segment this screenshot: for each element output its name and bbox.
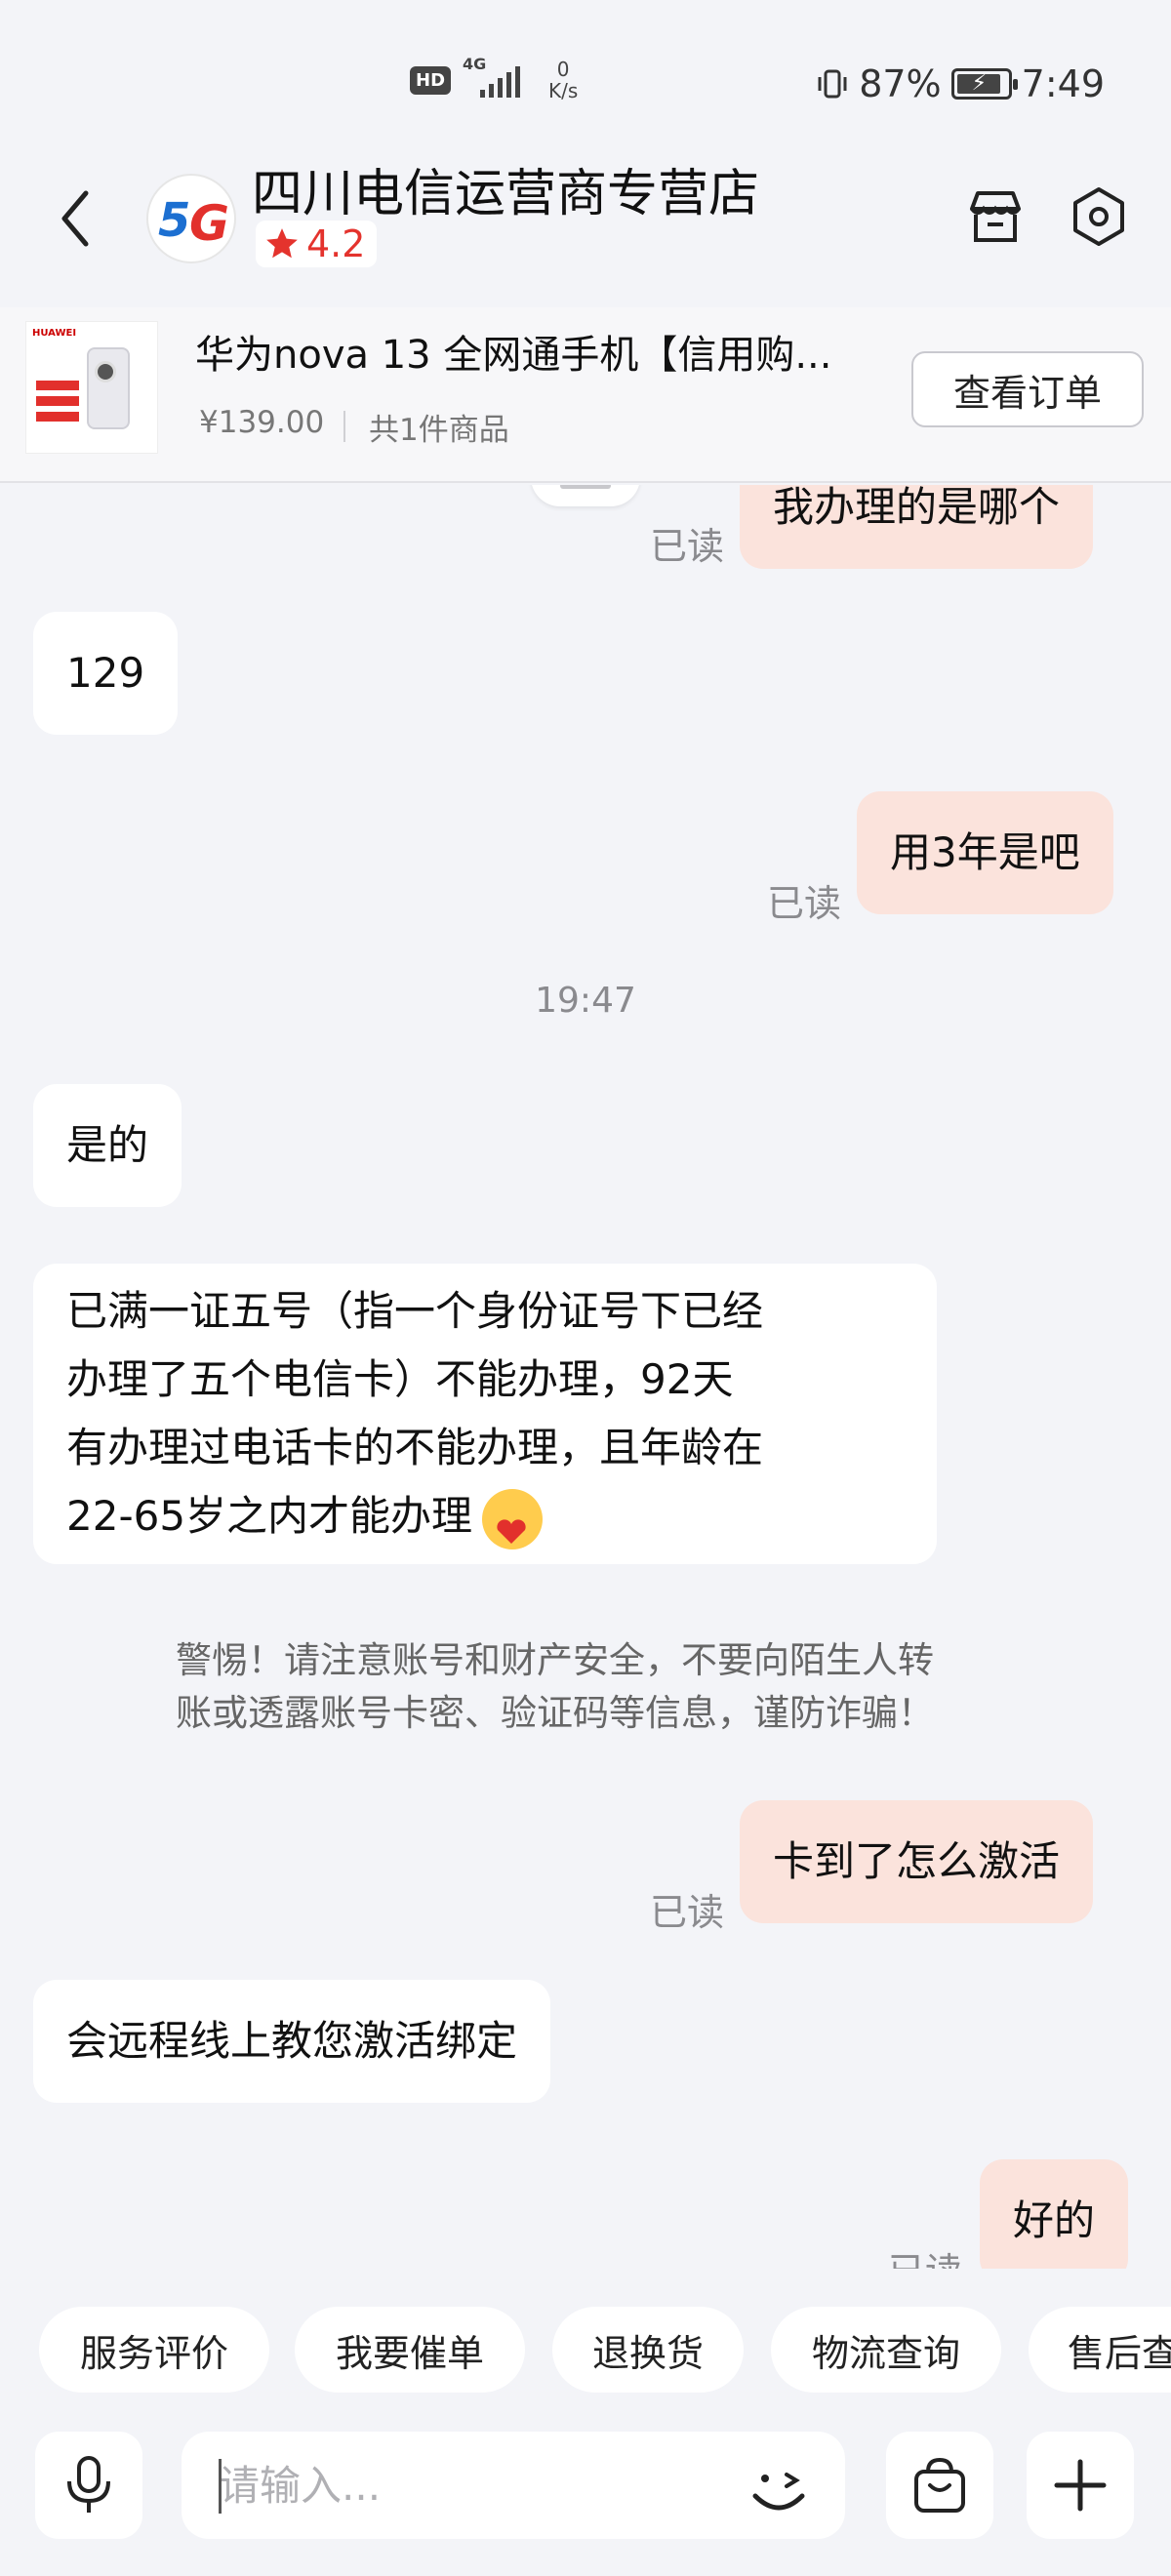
shop-name[interactable]: 四川电信运营商专营店 [252,152,759,225]
microphone-icon [67,2456,110,2513]
shopping-bag-icon [914,2457,965,2513]
message-line: 办理了五个电信卡）不能办理，92天 [66,1355,734,1403]
avatar-g: G [189,195,230,252]
clock: 7:49 [1021,62,1105,105]
star-icon [266,228,298,259]
product-price: ¥139.00 [199,405,325,440]
input-bar [0,2420,1171,2556]
avatar-5: 5 [158,193,191,248]
message-bubble-self[interactable]: 好的 [980,2159,1129,2269]
product-count: 共1件商品 [369,413,509,448]
warning-line: 账或透露账号卡密、验证码等信息，谨防诈骗！ [176,1692,934,1734]
quick-action-urge-order[interactable]: 我要催单 [295,2307,525,2393]
chat-messages[interactable]: 我办理的是哪个 已读 129 用3年是吧 已读 19:47 是的 已满一证五号（… [0,485,1171,2269]
message-bubble-other[interactable]: 已满一证五号（指一个身份证号下已经 办理了五个电信卡）不能办理，92天 有办理过… [33,1264,937,1564]
shop-avatar[interactable]: 5 G [146,174,236,263]
quick-action-service-review[interactable]: 服务评价 [39,2307,269,2393]
quick-action-return-exchange[interactable]: 退换货 [552,2307,744,2393]
chat-header: 5 G 四川电信运营商专营店 4.2 [0,146,1171,293]
message-bubble-self[interactable]: 我办理的是哪个 [740,485,1094,569]
emoji-icon[interactable] [740,2449,818,2527]
message-bubble-self[interactable]: 卡到了怎么激活 [740,1800,1094,1923]
hugging-face-emoji [482,1488,544,1550]
read-receipt: 已读 [888,2241,962,2269]
status-bar: HD 4G 0 K/s 87% ⚡ 7:49 [0,0,1171,166]
shop-rating: 4.2 [256,221,378,267]
message-bubble-self[interactable]: 用3年是吧 [857,791,1113,914]
message-line: 已满一证五号（指一个身份证号下已经 [66,1287,764,1335]
charging-icon: ⚡ [971,71,988,96]
more-button[interactable] [1027,2432,1134,2539]
signal-bars [480,66,521,98]
quick-action-logistics[interactable]: 物流查询 [771,2307,1001,2393]
read-receipt: 已读 [650,1891,725,1934]
message-line: 有办理过电话卡的不能办理，且年龄在 [66,1424,764,1471]
divider [343,411,345,442]
network-speed-value: 0 [556,58,570,81]
quick-actions: 服务评价 我要催单 退换货 物流查询 售后查 [0,2303,1171,2400]
warning-line: 警惕！请注意账号和财产安全，不要向陌生人转 [176,1639,934,1681]
message-bubble-other[interactable]: 是的 [33,1084,182,1207]
signal-icon: 4G [463,55,531,100]
product-card[interactable]: HUAWEI 华为nova 13 全网通手机【信用购... ¥139.00 共1… [0,307,1171,483]
timestamp: 19:47 [535,981,636,1021]
battery-icon: ⚡ [950,68,1018,100]
back-icon[interactable] [47,180,105,258]
read-receipt: 已读 [650,525,725,568]
hd-badge: HD [410,65,452,95]
voice-button[interactable] [35,2432,142,2539]
product-thumbnail[interactable]: HUAWEI [25,321,158,454]
view-order-button[interactable]: 查看订单 [911,351,1144,427]
status-center: HD 4G 0 K/s [410,55,578,101]
thumb-brand: HUAWEI [32,328,77,339]
settings-hexagon-icon[interactable] [1064,181,1134,252]
message-line: 22-65岁之内才能办理 [66,1482,904,1550]
plus-icon [1054,2459,1107,2512]
status-right: 87% ⚡ 7:49 [816,62,1105,105]
security-warning: 警惕！请注意账号和财产安全，不要向陌生人转 账或透露账号卡密、验证码等信息，谨防… [176,1634,1015,1740]
quick-action-after-sales[interactable]: 售后查 [1029,2307,1171,2393]
battery-percent: 87% [859,62,942,105]
product-name[interactable]: 华为nova 13 全网通手机【信用购... [195,323,917,380]
message-bubble-other[interactable]: 129 [33,612,179,735]
read-receipt: 已读 [767,882,842,925]
camera-ring [95,361,116,382]
network-speed-unit: K/s [548,79,579,102]
pull-handle[interactable] [531,485,640,506]
message-bubble-other[interactable]: 会远程线上教您激活绑定 [33,1980,551,2103]
text-caret [219,2459,222,2514]
rating-value: 4.2 [306,222,366,265]
store-icon[interactable] [960,181,1030,252]
shopping-bag-button[interactable] [886,2432,993,2539]
vibrate-icon [818,69,847,99]
phone-image [87,347,130,429]
network-speed: 0 K/s [548,59,578,101]
